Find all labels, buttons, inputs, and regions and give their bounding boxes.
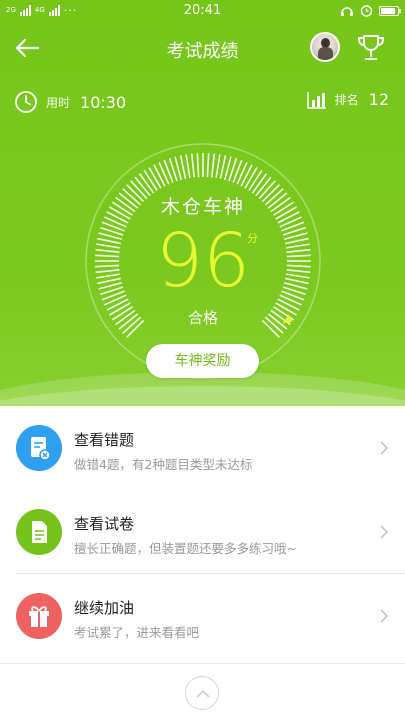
- gauge-tick: [148, 167, 162, 189]
- gauge-tick: [236, 162, 248, 185]
- bar-chart-icon: [306, 91, 326, 109]
- exam-meta: 用时 10:30 排名 12: [0, 88, 405, 116]
- gauge-tick: [143, 169, 158, 191]
- rank-label: 排名: [334, 93, 359, 107]
- trophy-icon[interactable]: [356, 34, 386, 62]
- score-header: 2G 4G ··· 20:41 考试成绩 用时 10:30 排名 12 木仓车神…: [0, 0, 405, 406]
- score-value: 96: [155, 218, 251, 304]
- list-item-wrong-questions[interactable]: 查看错题 做错4题，有2种题目类型未达标: [0, 406, 405, 490]
- status-bar: 2G 4G ··· 20:41: [0, 0, 405, 22]
- time-label: 用时: [46, 95, 71, 110]
- gauge-tick: [190, 153, 196, 178]
- list-item-subtitle: 做错4题，有2种题目类型未达标: [74, 457, 253, 472]
- rank: 排名 12: [306, 90, 389, 109]
- chevron-right-icon: [380, 525, 389, 539]
- score-title: 木仓车神: [160, 196, 245, 218]
- gauge-tick: [244, 167, 258, 189]
- chevron-up-icon: [196, 689, 210, 698]
- list-item-title: 继续加油: [74, 599, 135, 617]
- time-used: 用时 10:30: [14, 90, 126, 114]
- gauge-tick: [248, 169, 263, 191]
- gauge-tick: [219, 155, 227, 180]
- list-item-title: 查看试卷: [74, 515, 135, 533]
- nav-bar: 考试成绩: [0, 26, 405, 70]
- status-right: [340, 4, 401, 17]
- list-item-subtitle: 擅长正确题，但装置题还要多多练习哦~: [74, 541, 297, 556]
- gauge-tick: [179, 155, 187, 180]
- list-item-subtitle: 考试累了，进来看看吧: [74, 625, 200, 640]
- headphone-icon: [341, 6, 353, 16]
- gauge-tick: [185, 154, 191, 179]
- score-unit: 分: [247, 232, 258, 245]
- rank-value: 12: [368, 90, 389, 109]
- score-result: 合格: [187, 309, 218, 327]
- alarm-icon: [360, 5, 373, 17]
- gift-icon: [16, 593, 62, 639]
- chevron-right-icon: [380, 441, 389, 455]
- page-title: 考试成绩: [166, 41, 239, 62]
- list-item-title: 查看错题: [74, 431, 135, 449]
- list-item-view-paper[interactable]: 查看试卷 擅长正确题，但装置题还要多多练习哦~: [0, 490, 405, 574]
- action-list: 查看错题 做错4题，有2种题目类型未达标 查看试卷 擅长正确题，但装置题还要多多…: [0, 406, 405, 658]
- gauge-tick: [240, 164, 253, 187]
- avatar[interactable]: [310, 32, 340, 62]
- gauge-tick: [206, 153, 210, 178]
- clock-icon: [15, 91, 37, 113]
- gauge-tick: [215, 154, 221, 179]
- battery-icon: [379, 5, 401, 16]
- list-item-keep-going[interactable]: 继续加油 考试累了，进来看看吧: [0, 574, 405, 658]
- wrong-questions-icon: [16, 425, 62, 471]
- chevron-right-icon: [380, 609, 389, 623]
- reward-button[interactable]: 车神奖励: [146, 344, 259, 378]
- gauge-tick: [210, 153, 216, 178]
- gauge-tick: [153, 164, 166, 187]
- gauge-tick: [196, 153, 200, 178]
- time-value: 10:30: [80, 92, 127, 112]
- paper-icon: [16, 509, 62, 555]
- gauge-tick: [158, 162, 170, 185]
- expand-up-button[interactable]: [185, 676, 219, 710]
- bottom-bar: [0, 663, 405, 720]
